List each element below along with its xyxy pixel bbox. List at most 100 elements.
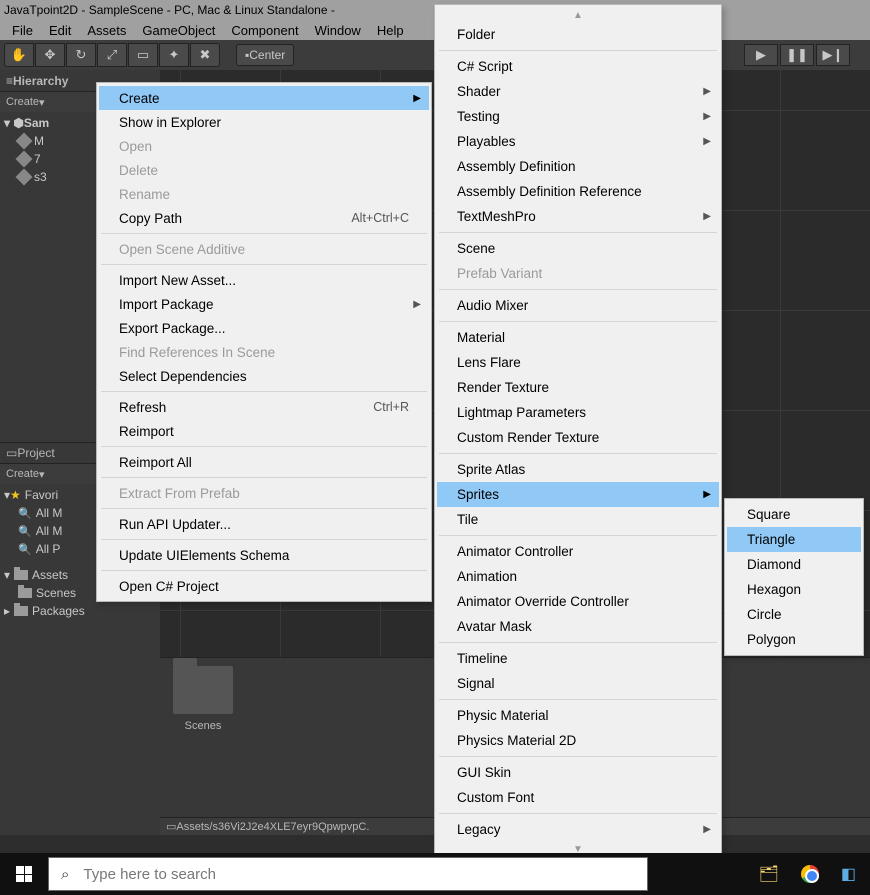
menu-item-textmeshpro[interactable]: TextMeshPro▶ [437, 204, 719, 229]
menu-item-hexagon[interactable]: Hexagon [727, 577, 861, 602]
hierarchy-create-button[interactable]: Create [6, 96, 39, 108]
menu-item-material[interactable]: Material [437, 325, 719, 350]
step-button[interactable]: ▶❙ [816, 44, 850, 66]
app-icon[interactable]: ◧ [841, 864, 856, 884]
menu-item-create[interactable]: Create▶ [99, 86, 429, 110]
hand-tool-icon[interactable]: ✋ [4, 43, 34, 67]
menu-item-signal[interactable]: Signal [437, 671, 719, 696]
menu-item-animation[interactable]: Animation [437, 564, 719, 589]
menu-item-triangle[interactable]: Triangle [727, 527, 861, 552]
menu-item-animator-controller[interactable]: Animator Controller [437, 539, 719, 564]
menu-item-assembly-definition-reference[interactable]: Assembly Definition Reference [437, 179, 719, 204]
menu-item-label: Audio Mixer [457, 298, 528, 313]
chrome-icon[interactable] [801, 865, 819, 883]
menu-item-open: Open [99, 134, 429, 158]
folder-icon [14, 606, 28, 616]
menu-item-diamond[interactable]: Diamond [727, 552, 861, 577]
menu-item-avatar-mask[interactable]: Avatar Mask [437, 614, 719, 639]
menu-separator [101, 570, 427, 571]
pause-button[interactable]: ❚❚ [780, 44, 814, 66]
scroll-up-icon[interactable]: ▲ [437, 8, 719, 22]
menu-item-open-c-project[interactable]: Open C# Project [99, 574, 429, 598]
folder-label: Scenes [36, 586, 76, 600]
menu-item-label: Tile [457, 512, 478, 527]
menu-item-import-package[interactable]: Import Package▶ [99, 292, 429, 316]
submenu-arrow-icon: ▶ [703, 211, 711, 222]
asset-folder-item[interactable]: Scenes [168, 666, 238, 732]
menu-gameobject[interactable]: GameObject [134, 23, 223, 38]
submenu-arrow-icon: ▶ [413, 299, 421, 310]
menu-item-reimport-all[interactable]: Reimport All [99, 450, 429, 474]
menu-item-custom-render-texture[interactable]: Custom Render Texture [437, 425, 719, 450]
menu-file[interactable]: File [4, 23, 41, 38]
menu-item-physic-material[interactable]: Physic Material [437, 703, 719, 728]
menu-separator [439, 535, 717, 536]
pivot-center-label: Center [249, 48, 285, 62]
menu-item-square[interactable]: Square [727, 502, 861, 527]
start-button[interactable] [0, 853, 48, 895]
transform-tool-icon[interactable]: ✦ [159, 43, 189, 67]
scale-tool-icon[interactable]: ⤢ [97, 43, 127, 67]
menu-assets[interactable]: Assets [79, 23, 134, 38]
menu-item-update-uielements-schema[interactable]: Update UIElements Schema [99, 543, 429, 567]
menu-item-sprites[interactable]: Sprites▶ [437, 482, 719, 507]
custom-tool-icon[interactable]: ✖ [190, 43, 220, 67]
menu-item-show-in-explorer[interactable]: Show in Explorer [99, 110, 429, 134]
menu-item-label: Custom Render Texture [457, 430, 599, 445]
menu-item-label: Square [747, 507, 791, 522]
move-tool-icon[interactable]: ✥ [35, 43, 65, 67]
menu-item-label: Reimport [119, 424, 174, 439]
menu-item-legacy[interactable]: Legacy▶ [437, 817, 719, 842]
menu-item-sprite-atlas[interactable]: Sprite Atlas [437, 457, 719, 482]
menu-item-label: Open [119, 139, 152, 154]
project-create-button[interactable]: Create [6, 468, 39, 480]
menu-item-label: Scene [457, 241, 495, 256]
play-button[interactable]: ▶ [744, 44, 778, 66]
menu-item-reimport[interactable]: Reimport [99, 419, 429, 443]
menu-item-circle[interactable]: Circle [727, 602, 861, 627]
menu-item-label: Circle [747, 607, 782, 622]
menu-item-polygon[interactable]: Polygon [727, 627, 861, 652]
menu-item-audio-mixer[interactable]: Audio Mixer [437, 293, 719, 318]
menu-edit[interactable]: Edit [41, 23, 79, 38]
taskbar-search-input[interactable]: ⌕Type here to search [48, 857, 648, 891]
rotate-tool-icon[interactable]: ↻ [66, 43, 96, 67]
menu-item-testing[interactable]: Testing▶ [437, 104, 719, 129]
menu-item-prefab-variant: Prefab Variant [437, 261, 719, 286]
menu-item-export-package[interactable]: Export Package... [99, 316, 429, 340]
menu-item-label: Delete [119, 163, 158, 178]
submenu-arrow-icon: ▶ [703, 136, 711, 147]
menu-item-scene[interactable]: Scene [437, 236, 719, 261]
rect-tool-icon[interactable]: ▭ [128, 43, 158, 67]
menu-item-physics-material-2d[interactable]: Physics Material 2D [437, 728, 719, 753]
menu-item-lightmap-parameters[interactable]: Lightmap Parameters [437, 400, 719, 425]
menu-item-gui-skin[interactable]: GUI Skin [437, 760, 719, 785]
menu-item-custom-font[interactable]: Custom Font [437, 785, 719, 810]
menu-item-label: Select Dependencies [119, 369, 247, 384]
menu-help[interactable]: Help [369, 23, 412, 38]
menu-item-select-dependencies[interactable]: Select Dependencies [99, 364, 429, 388]
pivot-center-button[interactable]: ▪ Center [236, 44, 294, 66]
menu-item-folder[interactable]: Folder [437, 22, 719, 47]
menu-component[interactable]: Component [223, 23, 306, 38]
menu-item-label: Sprites [457, 487, 499, 502]
menu-item-timeline[interactable]: Timeline [437, 646, 719, 671]
menu-item-playables[interactable]: Playables▶ [437, 129, 719, 154]
menu-item-refresh[interactable]: RefreshCtrl+R [99, 395, 429, 419]
menu-item-shader[interactable]: Shader▶ [437, 79, 719, 104]
menu-window[interactable]: Window [307, 23, 369, 38]
menu-item-render-texture[interactable]: Render Texture [437, 375, 719, 400]
menu-item-assembly-definition[interactable]: Assembly Definition [437, 154, 719, 179]
menu-item-tile[interactable]: Tile [437, 507, 719, 532]
menu-item-extract-from-prefab: Extract From Prefab [99, 481, 429, 505]
packages-row[interactable]: ▸Packages [0, 602, 160, 620]
menu-item-copy-path[interactable]: Copy PathAlt+Ctrl+C [99, 206, 429, 230]
menu-item-label: Export Package... [119, 321, 226, 336]
menu-item-import-new-asset[interactable]: Import New Asset... [99, 268, 429, 292]
file-explorer-icon[interactable]: 🗂 [759, 864, 779, 884]
menu-item-animator-override-controller[interactable]: Animator Override Controller [437, 589, 719, 614]
menu-item-c-script[interactable]: C# Script [437, 54, 719, 79]
menu-item-run-api-updater[interactable]: Run API Updater... [99, 512, 429, 536]
menu-item-lens-flare[interactable]: Lens Flare [437, 350, 719, 375]
submenu-arrow-icon: ▶ [413, 93, 421, 104]
